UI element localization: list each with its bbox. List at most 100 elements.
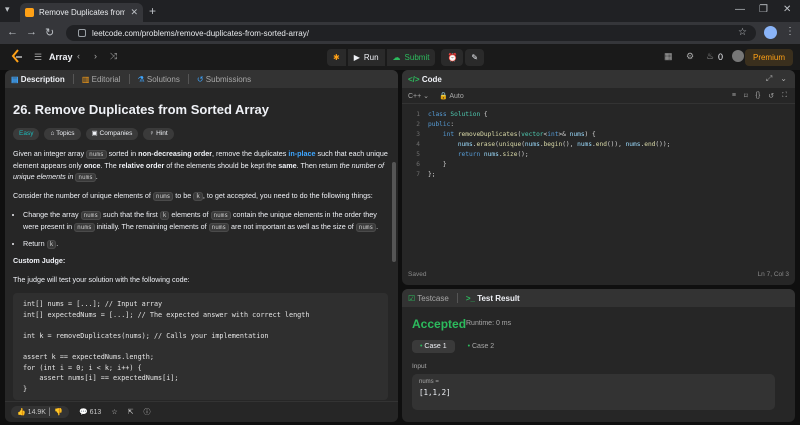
- language-select[interactable]: C++ ⌄: [408, 92, 429, 100]
- code-line-5: return nums.size();: [457, 151, 529, 158]
- format-icon[interactable]: ≡: [732, 92, 736, 100]
- url-text: leetcode.com/problems/remove-duplicates-…: [92, 28, 309, 38]
- bookmark-star-icon[interactable]: ☆: [738, 27, 747, 38]
- topics-tag[interactable]: ⌂ Topics: [44, 128, 81, 141]
- tab-testcase[interactable]: ☑ Testcase: [408, 294, 449, 303]
- tab-test-result[interactable]: >_ Test Result: [466, 294, 520, 303]
- url-bar[interactable]: leetcode.com/problems/remove-duplicates-…: [66, 25, 756, 41]
- code-tab[interactable]: </> Code: [408, 75, 442, 84]
- reload-icon[interactable]: ↻: [45, 26, 54, 39]
- forward-icon[interactable]: →: [26, 26, 37, 38]
- fullscreen-icon[interactable]: ⛶: [782, 92, 787, 100]
- runtime-text: Runtime: 0 ms: [466, 320, 512, 327]
- tab-search-icon[interactable]: ▾: [5, 4, 10, 15]
- hint-tag[interactable]: ♀ Hint: [143, 128, 174, 141]
- case-1-tab[interactable]: • Case 1: [412, 340, 455, 353]
- code-line-4: nums.erase(unique(nums.begin(), nums.end…: [457, 141, 671, 148]
- case-2-tab[interactable]: • Case 2: [460, 340, 503, 353]
- auto-mode[interactable]: 🔒 Auto: [439, 92, 464, 100]
- description-tabs: ▤ Description ▥ Editorial ⚗ Solutions ↺ …: [5, 70, 398, 88]
- collapse-icon[interactable]: ⌄: [780, 74, 787, 84]
- site-info-icon[interactable]: [78, 29, 86, 37]
- user-avatar[interactable]: [732, 50, 744, 62]
- code-line-3: int removeDuplicates(vector<int>& nums) …: [442, 131, 596, 138]
- share-icon[interactable]: ⇱: [128, 408, 134, 416]
- back-icon[interactable]: ←: [7, 26, 18, 38]
- help-icon[interactable]: ⓘ: [143, 407, 150, 417]
- browser-tab[interactable]: Remove Duplicates from Sorte ✕: [20, 3, 143, 22]
- building-icon: ▣: [91, 130, 98, 138]
- lightbulb-icon: ♀: [149, 130, 155, 138]
- tab-solutions[interactable]: ⚗ Solutions: [138, 75, 180, 84]
- debug-button[interactable]: ✱: [327, 49, 346, 66]
- companies-tag[interactable]: ▣ Companies: [85, 128, 139, 141]
- problem-list-label[interactable]: Array: [49, 52, 73, 62]
- close-tab-icon[interactable]: ✕: [130, 7, 138, 18]
- editor-status-bar: Saved Ln 7, Col 3: [408, 271, 789, 278]
- run-toolbar: ✱ ▶ Run ☁ Submit ⏰ ✎: [327, 49, 485, 66]
- code-panel-header: </> Code ⤢ ⌄: [402, 70, 795, 88]
- profile-avatar[interactable]: [764, 26, 777, 39]
- premium-button[interactable]: Premium: [745, 49, 793, 66]
- test-tabs: ☑ Testcase >_ Test Result: [402, 289, 795, 307]
- code-line-6: }: [428, 161, 447, 168]
- braces-icon[interactable]: {}: [756, 92, 761, 100]
- thumbs-down-icon[interactable]: 👎: [54, 409, 63, 416]
- note-icon: ✎: [471, 53, 479, 62]
- checkbox-icon: ☑: [408, 293, 416, 303]
- comments-button[interactable]: 💬 613: [79, 408, 101, 416]
- timer-button[interactable]: ⏰: [441, 49, 464, 66]
- browser-menu-icon[interactable]: ⋮: [785, 26, 795, 37]
- minimize-icon[interactable]: —: [735, 4, 745, 15]
- variable-value: [1,1,2]: [419, 388, 451, 397]
- run-button[interactable]: ▶ Run: [347, 49, 385, 66]
- alarm-icon: ⏰: [447, 53, 458, 62]
- tab-editorial[interactable]: ▥ Editorial: [82, 75, 121, 84]
- shuffle-icon[interactable]: ⤨: [110, 51, 117, 62]
- code-line-7: };: [428, 171, 436, 178]
- tab-description[interactable]: ▤ Description: [11, 75, 65, 84]
- notes-button[interactable]: ✎: [465, 49, 485, 66]
- cursor-position: Ln 7, Col 3: [757, 271, 789, 278]
- tab-title: Remove Duplicates from Sorte: [39, 8, 126, 17]
- leetcode-logo[interactable]: [10, 49, 24, 65]
- maximize-icon[interactable]: ⤢: [766, 74, 772, 84]
- flask-icon: ⚗: [137, 74, 145, 84]
- close-window-icon[interactable]: ✕: [783, 4, 791, 15]
- book-icon: ▥: [81, 74, 90, 84]
- problem-title[interactable]: 26. Remove Duplicates from Sorted Array: [13, 100, 388, 120]
- comment-icon: 💬: [78, 408, 88, 416]
- streak-fire-icon[interactable]: ♨: [706, 51, 714, 62]
- run-label: Run: [363, 53, 379, 62]
- submit-button[interactable]: ☁ Submit: [386, 49, 436, 66]
- tab-submissions[interactable]: ↺ Submissions: [197, 75, 251, 84]
- streak-count: 0: [718, 52, 724, 62]
- next-problem-icon[interactable]: ›: [94, 51, 97, 61]
- prev-problem-icon[interactable]: ‹: [77, 51, 80, 61]
- problem-list-icon[interactable]: ☰: [34, 52, 42, 63]
- history-icon: ↺: [196, 74, 204, 84]
- problem-description: 26. Remove Duplicates from Sorted Array …: [13, 90, 388, 401]
- layout-icon[interactable]: ▦: [664, 51, 673, 62]
- problem-tags: Easy ⌂ Topics ▣ Companies ♀ Hint: [13, 128, 388, 141]
- thumbs-up-icon: 👍: [17, 408, 26, 416]
- description-scrollbar[interactable]: [392, 162, 396, 262]
- restore-icon[interactable]: ❐: [759, 4, 768, 15]
- reset-icon[interactable]: ↺: [768, 92, 774, 100]
- cloud-upload-icon: ☁: [392, 53, 401, 62]
- leetcode-favicon: [25, 8, 34, 17]
- new-tab-icon[interactable]: +: [149, 4, 156, 18]
- input-box: nums = [1,1,2]: [412, 374, 775, 410]
- browser-tab-bar: ▾ Remove Duplicates from Sorte ✕ + — ❐ ✕: [0, 0, 800, 22]
- favorite-star-icon[interactable]: ☆: [111, 408, 117, 416]
- settings-gear-icon[interactable]: ⚙: [686, 51, 694, 62]
- judge-text: The judge will test your solution with t…: [13, 275, 190, 285]
- description-panel: ▤ Description ▥ Editorial ⚗ Solutions ↺ …: [5, 70, 398, 422]
- requirements-list: Change the array nums such that the firs…: [23, 209, 388, 249]
- bookmark-icon[interactable]: ⌑: [744, 92, 748, 100]
- custom-judge-heading: Custom Judge:: [13, 256, 66, 266]
- doc-icon: ▤: [11, 74, 19, 84]
- code-editor[interactable]: 1 class Solution { 2 public: 3 int removeD…: [402, 105, 795, 255]
- like-button[interactable]: 👍 14.9K │ 👎: [11, 405, 69, 418]
- problem-statement: Given an integer array nums sorted in no…: [13, 149, 388, 182]
